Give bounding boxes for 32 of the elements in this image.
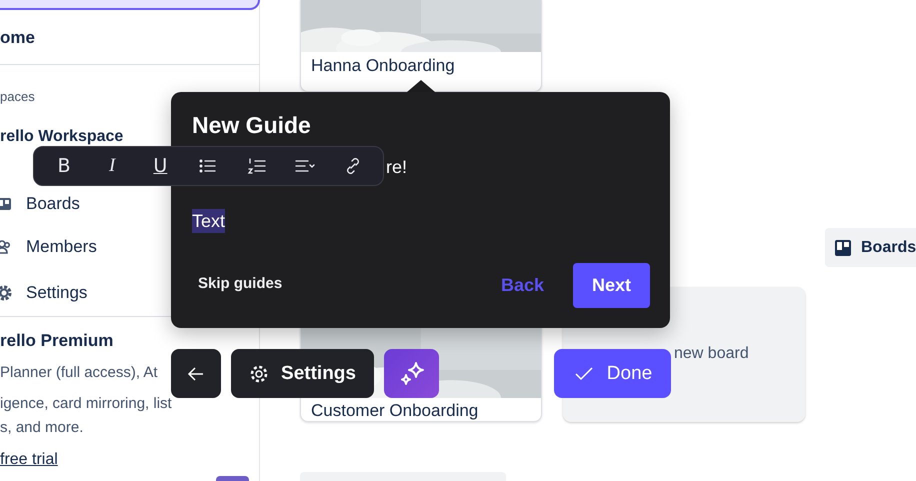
section-label: paces xyxy=(0,89,36,104)
bold-button[interactable]: B xyxy=(50,152,78,180)
guide-text: re! xyxy=(386,157,408,178)
nav-label: Settings xyxy=(26,283,88,303)
done-button[interactable]: Done xyxy=(554,349,671,398)
settings-icon xyxy=(0,285,12,301)
premium-description-line: Planner (full access), At xyxy=(0,363,158,382)
nav-label: Boards xyxy=(26,194,80,214)
gear-icon xyxy=(249,364,270,384)
premium-title: rello Premium xyxy=(0,331,114,351)
selected-text: Text xyxy=(192,209,226,233)
tab-label: Boards xyxy=(861,238,916,256)
italic-button[interactable]: I xyxy=(98,152,126,180)
back-button[interactable] xyxy=(171,349,221,398)
members-icon xyxy=(0,239,12,255)
card-title: Hanna Onboarding xyxy=(310,55,456,76)
settings-button[interactable]: Settings xyxy=(231,349,374,398)
board-card[interactable]: Hanna Onboarding xyxy=(300,0,542,92)
boards-tab[interactable]: Boards xyxy=(825,228,916,267)
premium-description-line: s, and more. xyxy=(0,418,84,437)
underline-button[interactable]: U xyxy=(146,152,174,180)
create-board-label: new board xyxy=(674,345,749,363)
premium-description-line: igence, card mirroring, list xyxy=(0,394,172,413)
skip-guides-button[interactable]: Skip guides xyxy=(198,275,282,292)
boards-icon xyxy=(835,240,851,256)
nav-label: Members xyxy=(26,237,97,257)
trial-link[interactable]: free trial xyxy=(0,451,58,469)
nav-item[interactable]: ome xyxy=(0,28,259,50)
sparkle-button[interactable] xyxy=(384,349,439,398)
guide-title: New Guide xyxy=(192,112,311,139)
next-button[interactable]: Next xyxy=(573,263,650,308)
card-title: Customer Onboarding xyxy=(310,400,480,421)
